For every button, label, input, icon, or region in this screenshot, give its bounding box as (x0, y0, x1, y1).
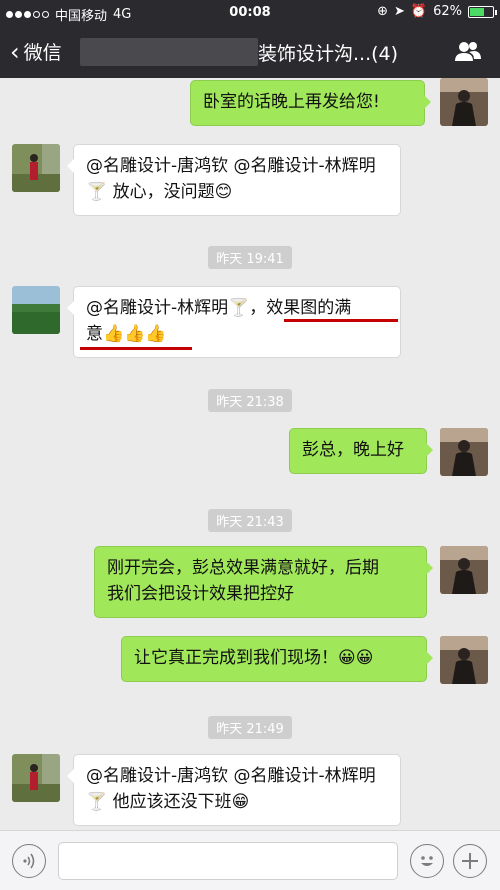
message-text-line: @名雕设计-林辉明🍸，效果图的满 (86, 298, 352, 318)
timestamp: 昨天 21:38 (0, 389, 500, 412)
message-bubble-incoming[interactable]: @名雕设计-唐鸿钦 @名雕设计-林辉明🍸 放心，没问题😊 (67, 144, 401, 216)
message-text-line: 意👍👍👍 (86, 324, 167, 344)
voice-icon (23, 853, 35, 869)
avatar-self[interactable] (440, 78, 488, 126)
status-right: ⊕ ➤ ⏰ 62% (377, 4, 497, 19)
back-label: 微信 (23, 42, 62, 64)
avatar-self[interactable] (440, 636, 488, 684)
message-bubble-outgoing[interactable]: 刚开完会，彭总效果满意就好，后期 我们会把设计效果把控好 (94, 546, 433, 618)
emoji-button[interactable] (410, 844, 444, 878)
back-button[interactable]: ‹ 微信 (10, 38, 62, 65)
battery-percent: 62% (433, 4, 462, 19)
message-text: @名雕设计-唐鸿钦 @名雕设计-林辉明🍸 他应该还没下班😁 (86, 766, 376, 812)
rotation-lock-icon: ⊕ (377, 4, 388, 19)
avatar-contact[interactable] (12, 286, 60, 334)
message-bubble-outgoing[interactable]: 彭总，晚上好 (289, 428, 433, 474)
message-text: 卧室的话晚上再发给您! (203, 92, 380, 112)
message-bubble-outgoing[interactable]: 让它真正完成到我们现场！😀😀 (121, 636, 433, 682)
message-text: @名雕设计-唐鸿钦 @名雕设计-林辉明🍸 放心，没问题😊 (86, 156, 376, 202)
timestamp: 昨天 19:41 (0, 246, 500, 269)
voice-toggle-button[interactable] (12, 844, 46, 878)
battery-icon (468, 5, 497, 18)
message-bubble-outgoing[interactable]: 卧室的话晚上再发给您! (190, 80, 431, 126)
timestamp: 昨天 21:49 (0, 716, 500, 739)
annotation-underline (284, 319, 398, 322)
emoji-icon (421, 856, 433, 866)
message-bubble-incoming[interactable]: @名雕设计-唐鸿钦 @名雕设计-林辉明🍸 他应该还没下班😁 (67, 754, 401, 826)
message-input[interactable] (58, 842, 398, 880)
message-text: 彭总，晚上好 (302, 440, 404, 460)
chevron-left-icon: ‹ (10, 37, 20, 66)
input-bar (0, 830, 500, 890)
plus-icon (462, 853, 478, 869)
message-text: 让它真正完成到我们现场！😀😀 (134, 648, 374, 668)
annotation-underline (80, 347, 192, 350)
group-icon[interactable] (454, 39, 482, 65)
more-button[interactable] (453, 844, 487, 878)
avatar-self[interactable] (440, 428, 488, 476)
avatar-self[interactable] (440, 546, 488, 594)
alarm-icon: ⏰ (410, 4, 428, 19)
location-icon: ➤ (394, 4, 405, 19)
redacted-title-region (80, 38, 258, 66)
status-bar: 中国移动 4G 00:08 ⊕ ➤ ⏰ 62% (0, 0, 500, 26)
nav-bar: ‹ 微信 装饰设计沟...(4) (0, 26, 500, 78)
message-text-line: 我们会把设计效果把控好 (107, 584, 294, 604)
message-text-line: 刚开完会，彭总效果满意就好，后期 (107, 558, 379, 578)
avatar-contact[interactable] (12, 754, 60, 802)
chat-title: 装饰设计沟...(4) (258, 43, 399, 65)
timestamp: 昨天 21:43 (0, 509, 500, 532)
avatar-contact[interactable] (12, 144, 60, 192)
chat-area[interactable]: 卧室的话晚上再发给您! @名雕设计-唐鸿钦 @名雕设计-林辉明🍸 放心，没问题😊… (0, 78, 500, 830)
